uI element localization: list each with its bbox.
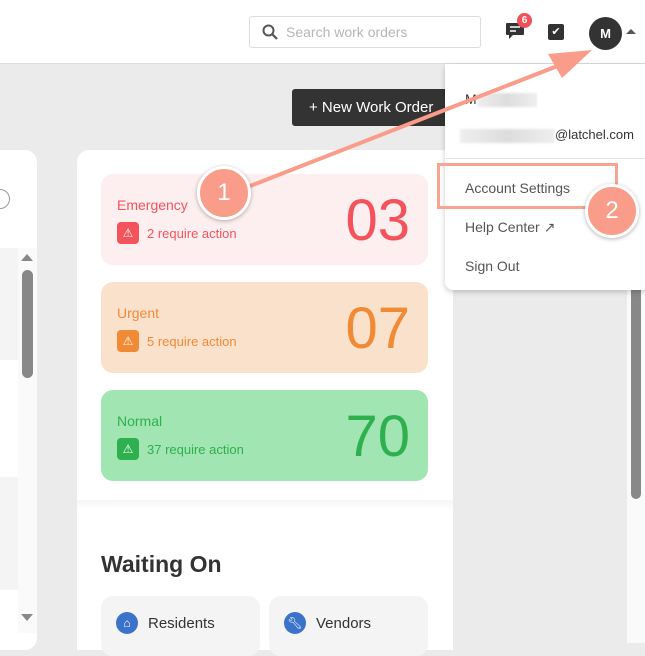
step-marker-2: 2 [585,184,639,238]
step-marker-1: 1 [197,166,251,220]
annotation-arrow [244,50,592,190]
